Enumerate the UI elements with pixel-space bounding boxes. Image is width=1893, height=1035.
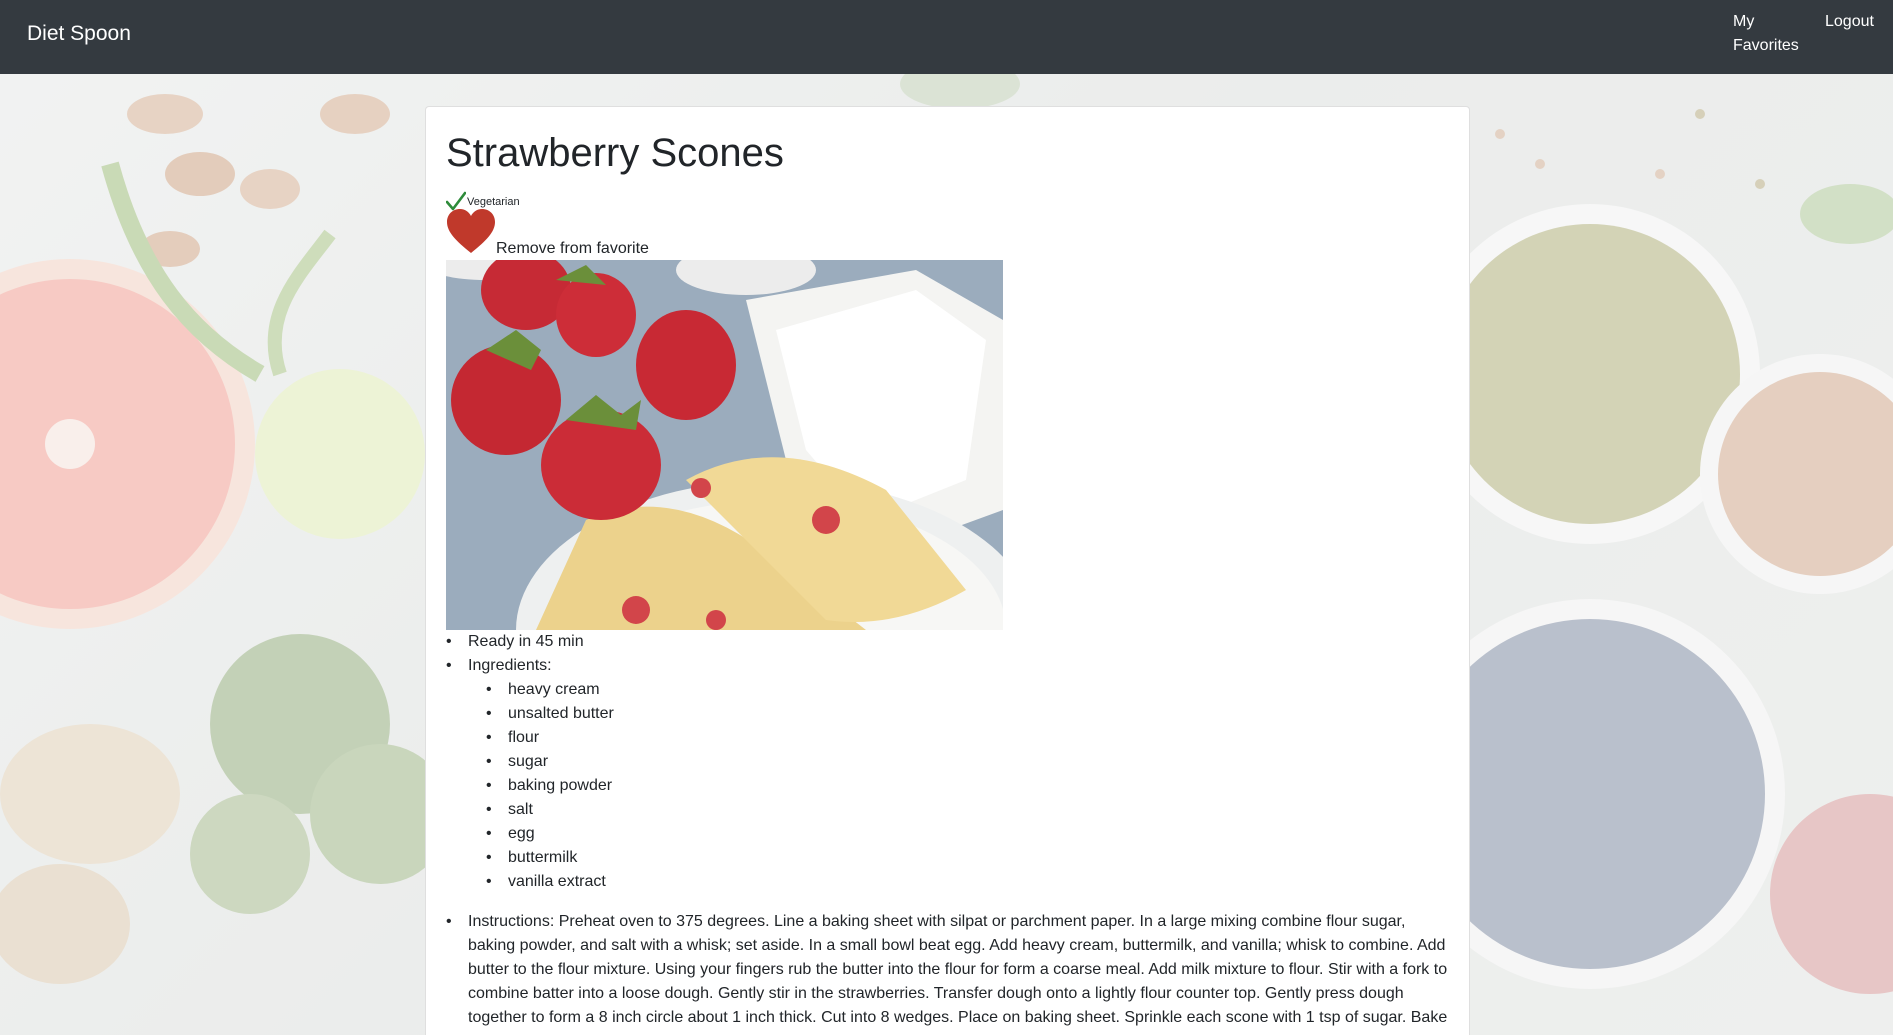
ingredient-item: salt	[486, 798, 1449, 822]
ready-time: Ready in 45 min	[446, 630, 1449, 654]
ingredient-item: vanilla extract	[486, 870, 1449, 894]
nav-link-my-favorites[interactable]: My Favorites	[1733, 10, 1813, 58]
recipe-details-list: Ready in 45 min Ingredients: heavy cream…	[446, 630, 1449, 1030]
remove-favorite-label[interactable]: Remove from favorite	[496, 239, 649, 259]
diet-label: Vegetarian	[467, 196, 520, 208]
ingredients-section: Ingredients: heavy cream unsalted butter…	[446, 654, 1449, 894]
ingredient-item: heavy cream	[486, 678, 1449, 702]
ingredient-item: baking powder	[486, 774, 1449, 798]
top-navbar: Diet Spoon My Favorites Logout	[0, 0, 1893, 74]
favorite-toggle[interactable]: Remove from favorite	[446, 209, 1449, 257]
recipe-image	[446, 260, 1003, 630]
instructions: Instructions: Preheat oven to 375 degree…	[446, 910, 1449, 1030]
ingredient-item: sugar	[486, 750, 1449, 774]
diet-tag: Vegetarian	[445, 189, 1449, 211]
recipe-title: Strawberry Scones	[446, 131, 784, 175]
ingredient-item: unsalted butter	[486, 702, 1449, 726]
ingredients-list: heavy cream unsalted butter flour sugar …	[486, 678, 1449, 894]
brand-link[interactable]: Diet Spoon	[27, 22, 131, 46]
check-icon	[445, 191, 467, 211]
ingredients-label: Ingredients:	[468, 657, 552, 674]
heart-icon[interactable]	[446, 209, 496, 255]
recipe-card: Strawberry Scones Vegetarian Remove from…	[425, 106, 1470, 1035]
ingredient-item: flour	[486, 726, 1449, 750]
nav-link-logout[interactable]: Logout	[1825, 10, 1874, 34]
ingredient-item: buttermilk	[486, 846, 1449, 870]
ingredient-item: egg	[486, 822, 1449, 846]
